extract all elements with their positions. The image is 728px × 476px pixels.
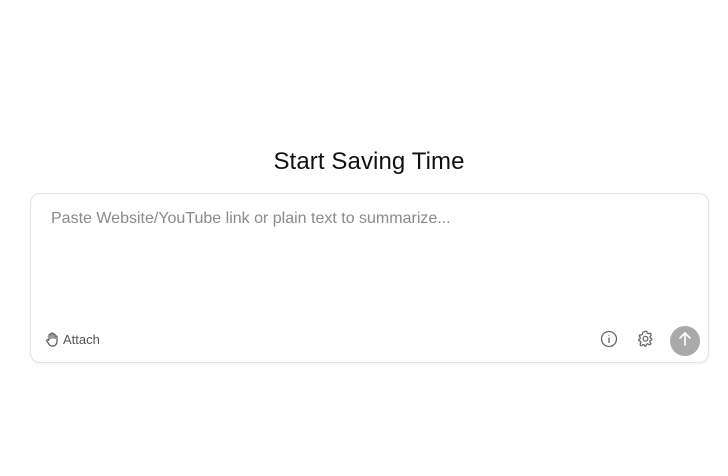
attach-label: Attach xyxy=(63,332,100,347)
page: Start Saving Time Attach xyxy=(0,0,728,476)
settings-button[interactable] xyxy=(634,330,656,352)
arrow-up-icon xyxy=(678,331,692,352)
info-button[interactable] xyxy=(598,330,620,352)
gear-icon xyxy=(636,329,655,353)
summarize-card: Attach xyxy=(30,193,709,363)
summarize-input[interactable] xyxy=(41,204,696,314)
hand-pointer-icon xyxy=(45,332,59,347)
attach-button[interactable]: Attach xyxy=(45,332,100,347)
page-title: Start Saving Time xyxy=(273,148,465,175)
input-actions xyxy=(598,326,700,356)
send-button[interactable] xyxy=(670,326,700,356)
info-icon xyxy=(600,330,618,353)
